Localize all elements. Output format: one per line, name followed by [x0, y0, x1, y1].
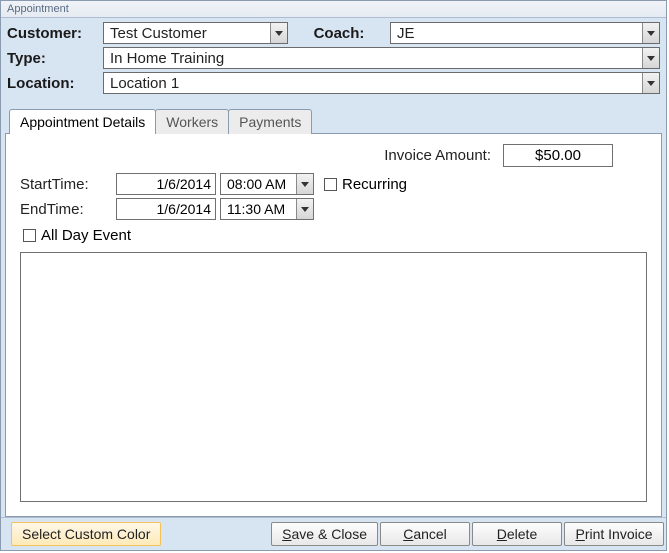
tab-appointment-details[interactable]: Appointment Details: [9, 109, 156, 134]
start-date-input[interactable]: 1/6/2014: [116, 173, 216, 195]
start-time-value: 08:00 AM: [221, 174, 296, 194]
chevron-down-icon[interactable]: [642, 23, 659, 43]
type-value: In Home Training: [104, 50, 642, 67]
tab-body: Invoice Amount: $50.00 StartTime: 1/6/20…: [5, 133, 662, 517]
recurring-label: Recurring: [342, 176, 407, 193]
delete-button[interactable]: Delete: [472, 522, 562, 546]
all-day-checkbox[interactable]: [23, 229, 36, 242]
tab-workers[interactable]: Workers: [155, 109, 229, 134]
start-time-label: StartTime:: [20, 176, 112, 193]
coach-label: Coach:: [294, 25, 384, 42]
footer-bar: Select Custom Color Save & Close Cancel …: [1, 517, 666, 550]
chevron-down-icon[interactable]: [296, 174, 313, 194]
customer-value: Test Customer: [104, 25, 270, 42]
start-time-dropdown[interactable]: 08:00 AM: [220, 173, 314, 195]
tab-strip: Appointment Details Workers Payments: [9, 109, 662, 134]
all-day-label: All Day Event: [41, 227, 131, 244]
end-time-label: EndTime:: [20, 201, 112, 218]
chevron-down-icon[interactable]: [270, 23, 287, 43]
chevron-down-icon[interactable]: [642, 73, 659, 93]
coach-dropdown[interactable]: JE: [390, 22, 660, 44]
invoice-amount-input[interactable]: $50.00: [503, 144, 613, 167]
type-label: Type:: [7, 50, 97, 67]
tabs-area: Appointment Details Workers Payments Inv…: [1, 103, 666, 517]
print-invoice-button[interactable]: Print Invoice: [564, 522, 664, 546]
invoice-amount-label: Invoice Amount:: [384, 147, 491, 164]
select-custom-color-button[interactable]: Select Custom Color: [11, 522, 161, 546]
appointment-window: Appointment Customer: Test Customer Coac…: [0, 0, 667, 551]
recurring-checkbox[interactable]: [324, 178, 337, 191]
location-value: Location 1: [104, 75, 642, 92]
end-time-value: 11:30 AM: [221, 199, 296, 219]
window-title: Appointment: [1, 1, 666, 18]
type-dropdown[interactable]: In Home Training: [103, 47, 660, 69]
customer-dropdown[interactable]: Test Customer: [103, 22, 288, 44]
end-date-input[interactable]: 1/6/2014: [116, 198, 216, 220]
location-dropdown[interactable]: Location 1: [103, 72, 660, 94]
chevron-down-icon[interactable]: [296, 199, 313, 219]
header-form: Customer: Test Customer Coach: JE Type: …: [1, 18, 666, 103]
save-label-rest: ave & Close: [292, 526, 367, 542]
save-close-button[interactable]: Save & Close: [271, 522, 378, 546]
customer-label: Customer:: [7, 25, 97, 42]
tab-payments[interactable]: Payments: [228, 109, 312, 134]
end-time-dropdown[interactable]: 11:30 AM: [220, 198, 314, 220]
chevron-down-icon[interactable]: [642, 48, 659, 68]
location-label: Location:: [7, 75, 97, 92]
notes-textarea[interactable]: [20, 252, 647, 502]
coach-value: JE: [391, 25, 642, 42]
cancel-button[interactable]: Cancel: [380, 522, 470, 546]
